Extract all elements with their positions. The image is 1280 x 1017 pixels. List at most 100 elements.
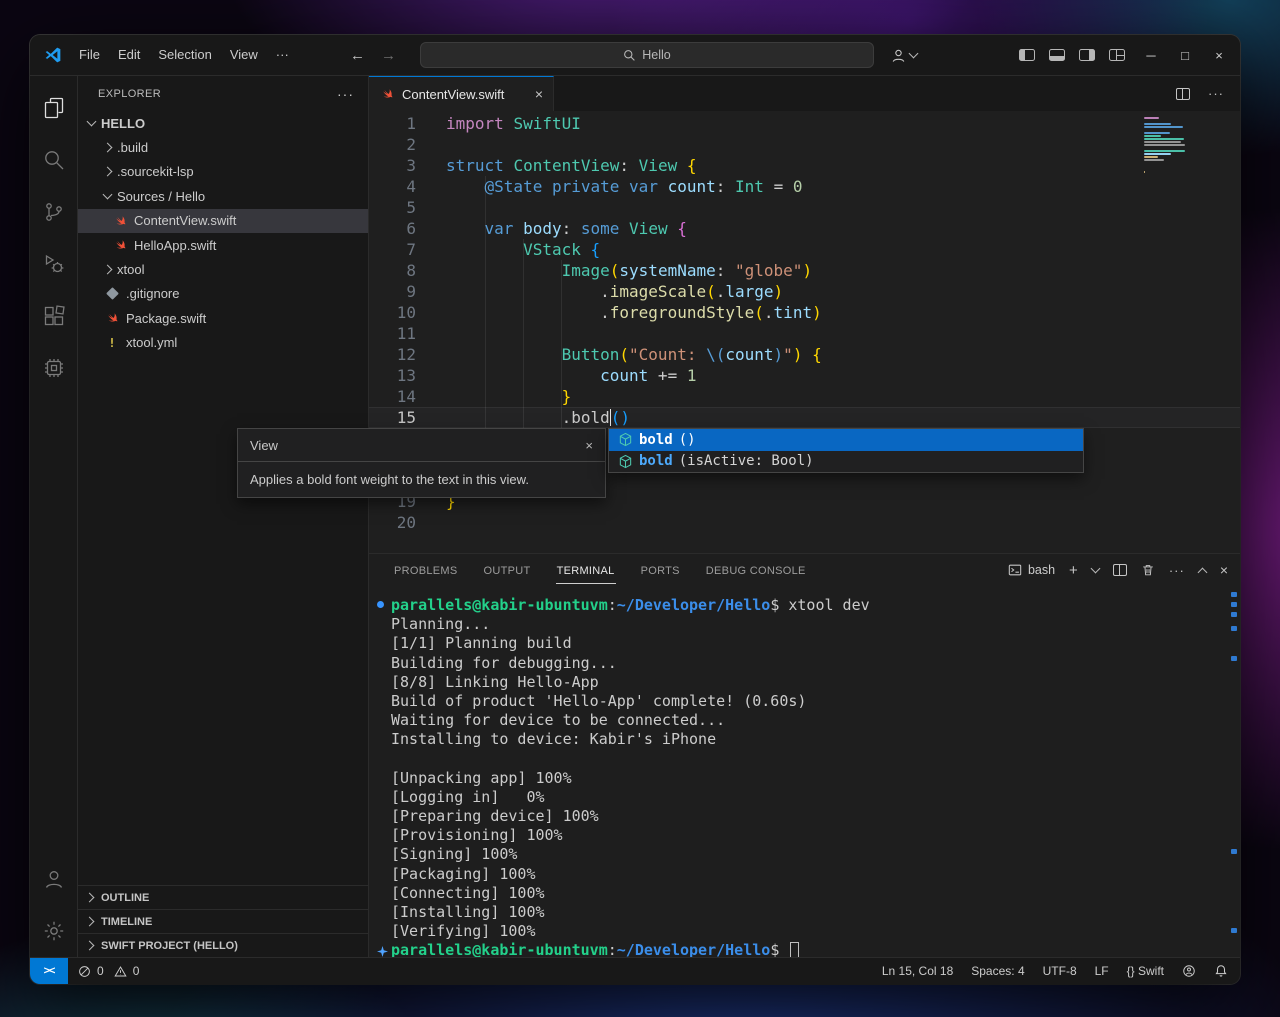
section-timeline[interactable]: TIMELINE [78,909,368,933]
code-line-11[interactable]: 11 [369,323,1240,344]
editor-more-actions-button[interactable]: ··· [1208,86,1224,101]
code-line-8[interactable]: 8 Image(systemName: "globe") [369,260,1240,281]
tree-item-helloapp-swift[interactable]: HelloApp.swift [78,233,368,257]
panel-tab-terminal[interactable]: TERMINAL [556,556,616,584]
suggestion-bold[interactable]: bold() [609,429,1083,451]
menu-file[interactable]: File [70,35,109,75]
code-line-15[interactable]: 15 .bold() [369,407,1240,428]
tree-item-package-swift[interactable]: Package.swift [78,306,368,330]
activity-extensions-button[interactable] [30,290,78,342]
customize-layout-button[interactable] [1109,49,1125,61]
panel-tab-problems[interactable]: PROBLEMS [393,556,459,584]
tree-root-hello[interactable]: HELLO [78,111,368,135]
menu-edit[interactable]: Edit [109,35,149,75]
code-line-5[interactable]: 5 [369,197,1240,218]
accounts-button[interactable] [30,853,78,905]
code-line-13[interactable]: 13 count += 1 [369,365,1240,386]
swift-file-icon [112,214,128,228]
panel-tab-debug-console[interactable]: DEBUG CONSOLE [705,556,807,584]
activity-explorer-button[interactable] [30,82,78,134]
panel-tab-output[interactable]: OUTPUT [483,556,532,584]
section-outline[interactable]: OUTLINE [78,885,368,909]
terminal[interactable]: parallels@kabir-ubuntuvm:~/Developer/Hel… [369,586,1240,957]
chevron-right-icon [103,143,113,153]
maximize-button[interactable]: □ [1170,35,1200,75]
menu-bar: FileEditSelectionView··· [70,35,298,75]
tree-item-build[interactable]: .build [78,135,368,159]
menu-view[interactable]: View [221,35,267,75]
tree-item-contentview-swift[interactable]: ContentView.swift [78,209,368,233]
activity-xtool-button[interactable] [30,342,78,394]
status-swift[interactable]: {} Swift [1127,964,1164,978]
code-line-6[interactable]: 6 var body: some View { [369,218,1240,239]
tab-contentview-swift[interactable]: ContentView.swift × [369,76,554,111]
scrollbar-mark [1231,849,1237,854]
command-decoration-icon[interactable] [377,946,388,957]
code-line-20[interactable]: 20 [369,512,1240,533]
docs-close-icon[interactable]: × [585,438,593,453]
close-panel-icon[interactable]: × [1220,562,1228,578]
split-terminal-button[interactable] [1113,564,1127,576]
activity-search-button[interactable] [30,134,78,186]
panel-more-actions-button[interactable]: ··· [1169,563,1185,578]
tree-item-sourcekit-lsp[interactable]: .sourcekit-lsp [78,160,368,184]
close-button[interactable]: × [1204,35,1234,75]
panel-tab-ports[interactable]: PORTS [640,556,681,584]
account-menu[interactable] [890,35,917,75]
terminal-line: [Connecting] 100% [391,884,1240,903]
code-line-1[interactable]: 1import SwiftUI [369,113,1240,134]
code-line-7[interactable]: 7 VStack { [369,239,1240,260]
code-line-4[interactable]: 4 @State private var count: Int = 0 [369,176,1240,197]
status-spaces-4[interactable]: Spaces: 4 [971,964,1024,978]
code-line-2[interactable]: 2 [369,134,1240,155]
code-line-3[interactable]: 3struct ContentView: View { [369,155,1240,176]
split-editor-button[interactable] [1176,88,1190,100]
settings-button[interactable] [30,905,78,957]
workbench: EXPLORER ··· HELLO .build.sourcekit-lspS… [30,76,1240,957]
problems-status[interactable]: 0 0 [78,964,145,978]
tree-item-label: .build [117,140,148,155]
code-line-9[interactable]: 9 .imageScale(.large) [369,281,1240,302]
activity-source-control-button[interactable] [30,186,78,238]
forward-button[interactable]: → [381,47,396,64]
command-center-search[interactable]: Hello [420,42,874,68]
tree-item-xtool[interactable]: xtool [78,257,368,281]
tree-item-xtool-yml[interactable]: !xtool.yml [78,331,368,355]
toggle-sidebar-right-button[interactable] [1079,49,1095,61]
new-terminal-button[interactable]: + [1069,562,1078,579]
toggle-panel-button[interactable] [1049,49,1065,61]
tab-bar: ContentView.swift × ··· [369,76,1240,111]
maximize-panel-icon[interactable] [1197,567,1207,577]
back-button[interactable]: ← [350,47,365,64]
status-utf-8[interactable]: UTF-8 [1043,964,1077,978]
code-line-10[interactable]: 10 .foregroundStyle(.tint) [369,302,1240,323]
terminal-dropdown-icon[interactable] [1090,564,1100,574]
section-swift-project-hello[interactable]: SWIFT PROJECT (HELLO) [78,933,368,957]
suggestion-bold-isactive-bool[interactable]: bold(isActive: Bool) [609,451,1083,473]
minimap[interactable] [1144,117,1190,176]
minimize-button[interactable]: ─ [1136,35,1166,75]
terminal-shell-selector[interactable]: bash [1008,563,1055,577]
notifications-bell-icon[interactable] [1214,964,1228,978]
tab-close-icon[interactable]: × [535,86,543,102]
chevron-right-icon [85,917,95,927]
code-line-14[interactable]: 14 } [369,386,1240,407]
status-extension-icon[interactable] [1182,964,1196,978]
tree-item-gitignore[interactable]: .gitignore [78,282,368,306]
tree-item-label: Sources / Hello [117,189,205,204]
activity-run-debug-button[interactable] [30,238,78,290]
command-decoration-icon[interactable] [377,601,384,608]
explorer-more-actions-button[interactable]: ··· [337,86,354,102]
suggestion-match: bold [639,432,673,448]
menu-selection[interactable]: Selection [149,35,220,75]
status-lf[interactable]: LF [1095,964,1109,978]
remote-indicator[interactable]: >< [30,958,68,984]
kill-terminal-button[interactable] [1141,563,1155,577]
status-ln-15-col-18[interactable]: Ln 15, Col 18 [882,964,953,978]
code-line-12[interactable]: 12 Button("Count: \(count)") { [369,344,1240,365]
tree-item-sources-hello[interactable]: Sources / Hello [78,184,368,208]
toggle-sidebar-left-button[interactable] [1019,49,1035,61]
menu-more[interactable]: ··· [267,35,298,75]
warning-icon [114,965,127,978]
section-label: SWIFT PROJECT (HELLO) [101,940,238,952]
